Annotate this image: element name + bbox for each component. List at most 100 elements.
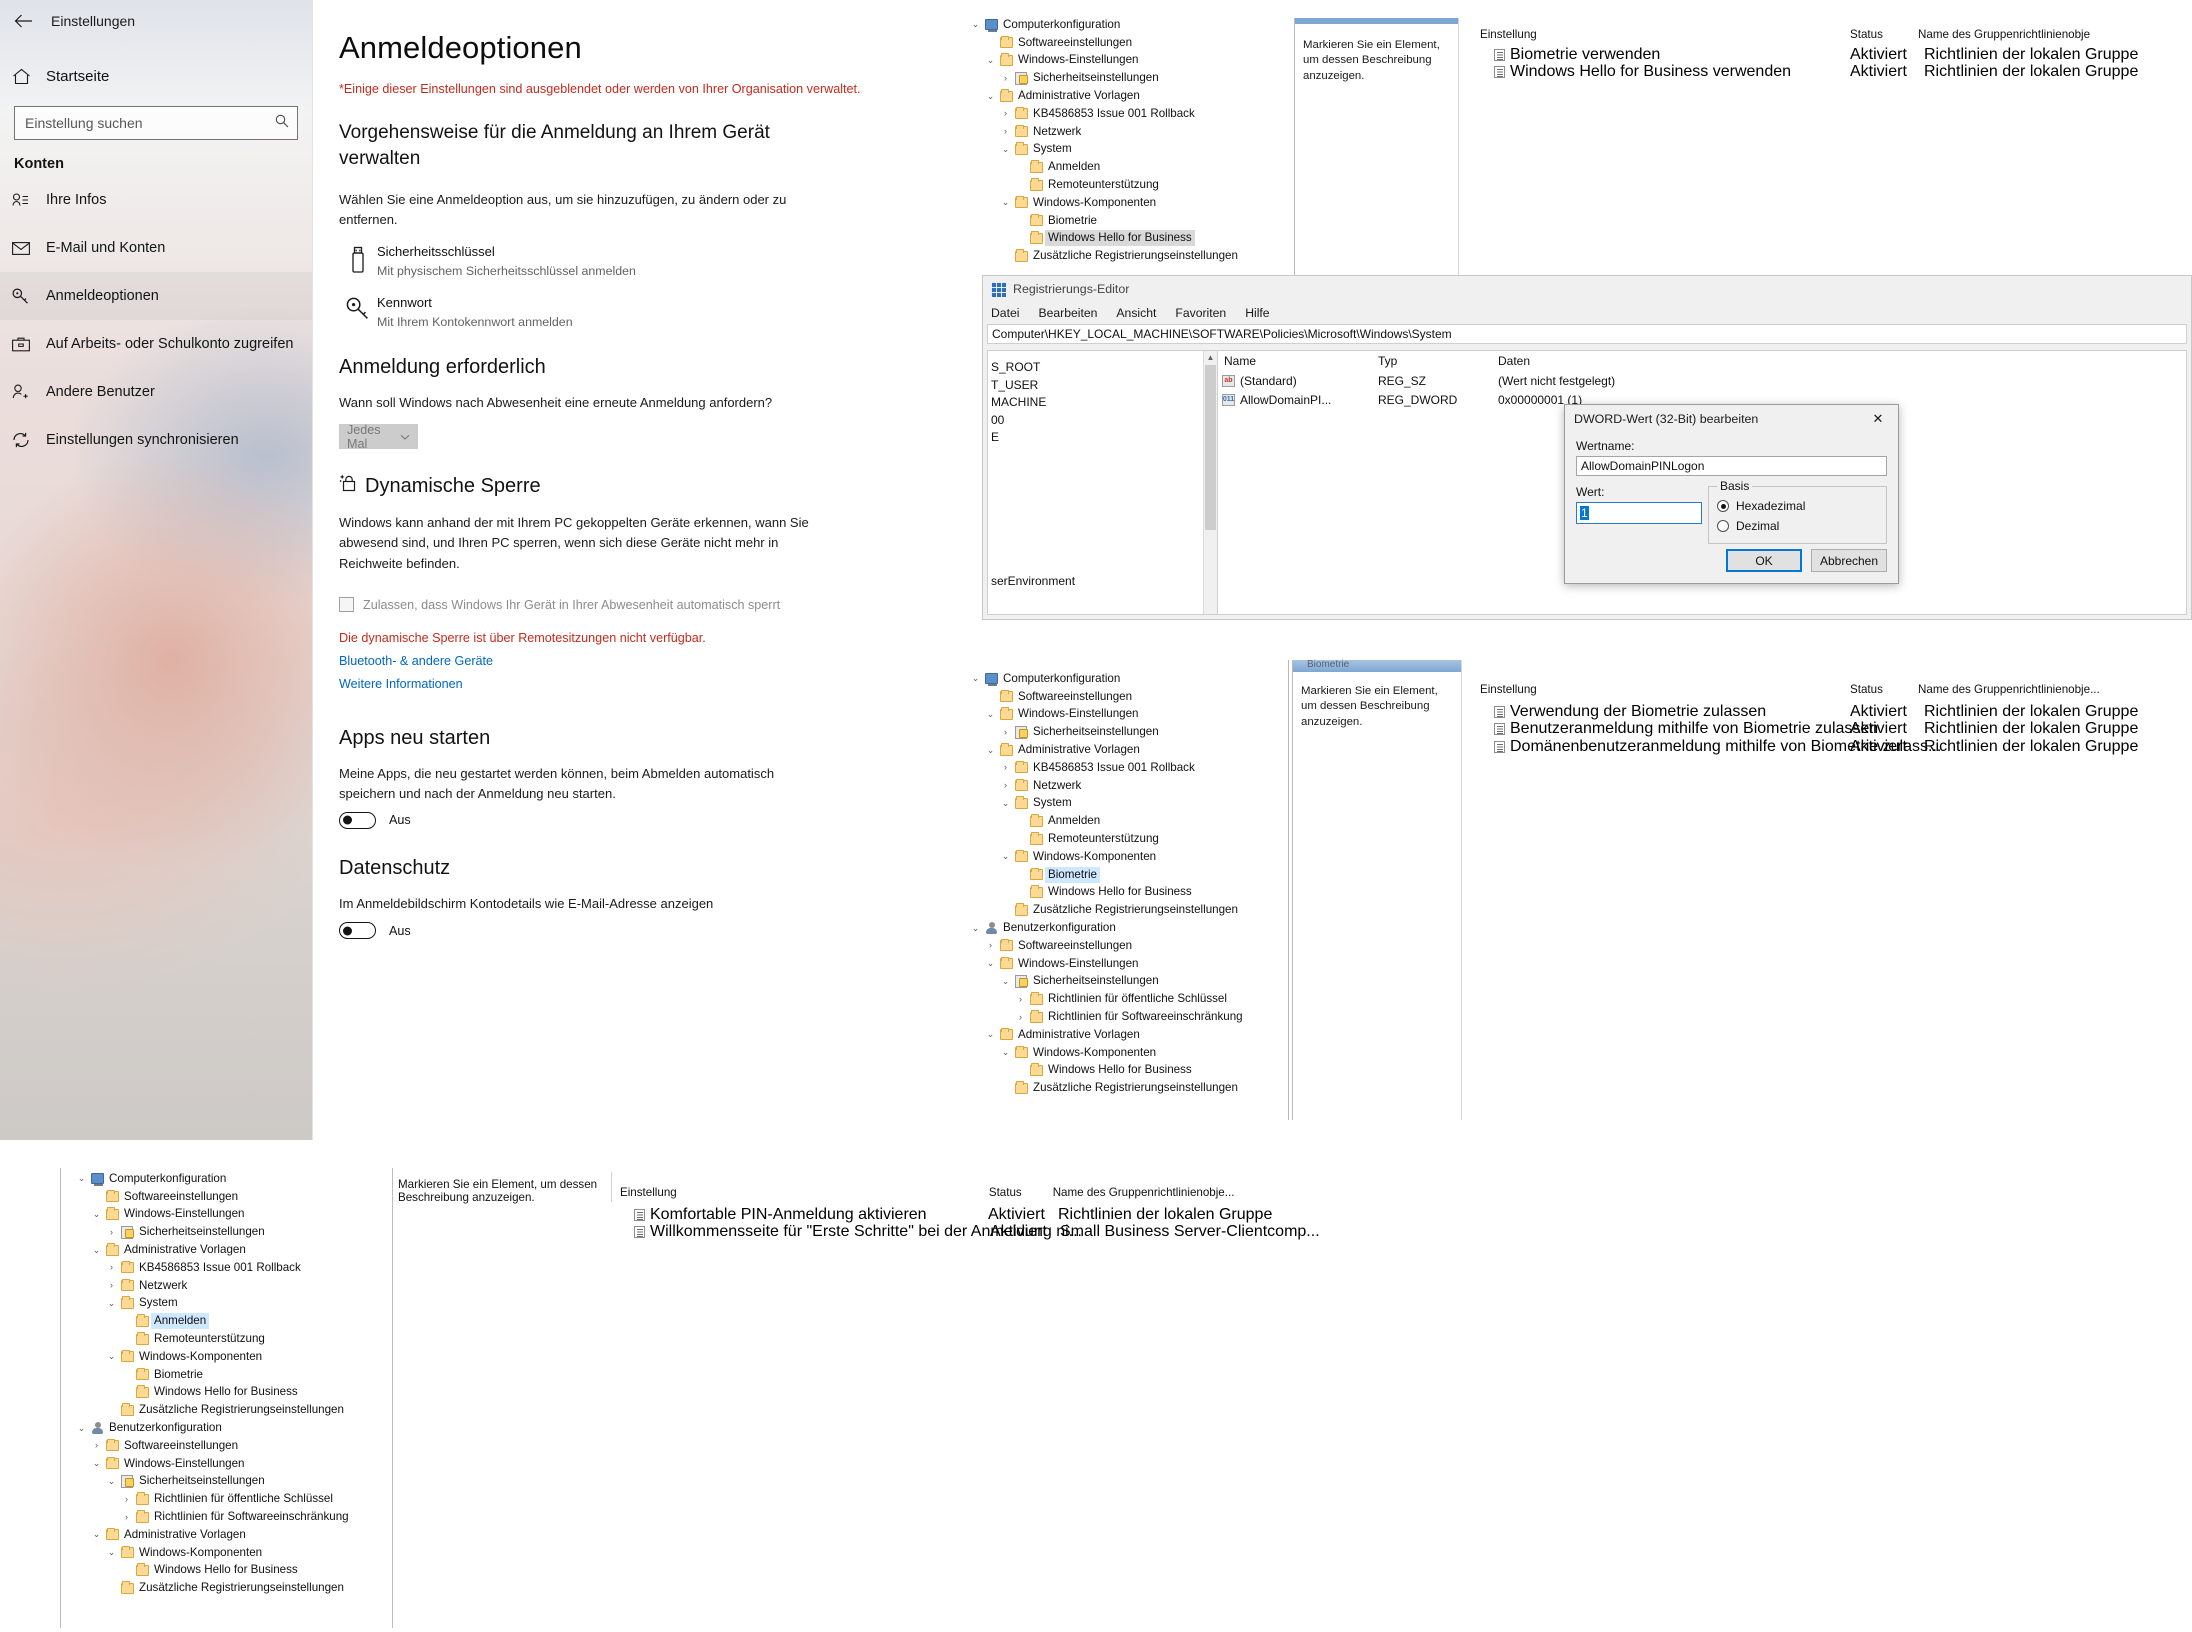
tree-node[interactable]: ⌄ Administrative Vorlagen — [68, 1241, 398, 1259]
sidebar-item-email-accounts[interactable]: E-Mail und Konten — [0, 224, 312, 272]
column-header-setting[interactable]: Einstellung — [620, 1186, 989, 1206]
tree-node[interactable]: › Softwareeinstellungen — [68, 1437, 398, 1455]
registry-key-node[interactable]: E — [988, 429, 1217, 447]
tree-node[interactable]: ⌄ Windows-Einstellungen — [68, 1206, 398, 1224]
tree-node[interactable]: Zusätzliche Registrierungseinstellungen — [68, 1579, 398, 1597]
tree-node[interactable]: Softwareeinstellungen — [68, 1188, 398, 1206]
column-header-gpo[interactable]: Name des Gruppenrichtlinienobje... — [1902, 683, 2152, 703]
radio-icon[interactable] — [1717, 500, 1729, 512]
tree-node[interactable]: › KB4586853 Issue 001 Rollback — [68, 1259, 398, 1277]
column-header-status[interactable]: Status — [989, 1186, 1041, 1206]
selected-tab[interactable]: Biometrie — [1293, 659, 1461, 672]
chevron-right-icon[interactable]: › — [1004, 762, 1007, 772]
tree-node[interactable]: ⌄ Benutzerkonfiguration — [68, 1419, 398, 1437]
chevron-right-icon[interactable]: › — [1004, 73, 1007, 83]
chevron-right-icon[interactable]: › — [125, 1494, 128, 1504]
scroll-up-icon[interactable]: ▲ — [1204, 351, 1217, 365]
close-icon[interactable]: ✕ — [1858, 405, 1898, 433]
chevron-down-icon[interactable]: ⌄ — [987, 1029, 995, 1039]
sidebar-item-home[interactable]: Startseite — [0, 56, 312, 96]
chevron-right-icon[interactable]: › — [1004, 126, 1007, 136]
chevron-down-icon[interactable]: ⌄ — [108, 1298, 116, 1308]
sidebar-item-sync-settings[interactable]: Einstellungen synchronisieren — [0, 416, 312, 464]
dynamic-lock-checkbox-row[interactable]: Zulassen, dass Windows Ihr Gerät in Ihre… — [339, 596, 809, 615]
signin-required-dropdown[interactable]: Jedes Mal — [339, 423, 418, 451]
registry-key-tree[interactable]: S_ROOT T_USER MACHINE 00 EserEnvironment ▲ — [987, 350, 1217, 615]
chevron-down-icon[interactable]: ⌄ — [108, 1547, 116, 1557]
chevron-down-icon[interactable]: ⌄ — [1002, 1047, 1010, 1057]
settings-list-row[interactable]: Biometrie verwenden Aktiviert Richtlinien … — [1480, 46, 2192, 64]
tree-node[interactable]: ⌄ Windows-Komponenten — [68, 1544, 398, 1562]
scrollbar-thumb[interactable] — [1205, 365, 1216, 530]
chevron-right-icon[interactable]: › — [989, 940, 992, 950]
settings-list-row[interactable]: Benutzeranmeldung mithilfe von Biometrie… — [1480, 720, 2192, 739]
chevron-down-icon[interactable]: ⌄ — [78, 1423, 86, 1433]
chevron-down-icon[interactable]: ⌄ — [987, 55, 995, 65]
sidebar-item-signin-options[interactable]: Anmeldeoptionen — [0, 272, 312, 320]
menu-hilfe[interactable]: Hilfe — [1245, 306, 1269, 320]
tree-node[interactable]: ⌄ Windows-Komponenten — [68, 1348, 398, 1366]
settings-list-row[interactable]: Willkommensseite für "Erste Schritte" be… — [620, 1223, 1320, 1242]
chevron-down-icon[interactable]: ⌄ — [1002, 976, 1010, 986]
tree-node[interactable]: ⌄ Windows-Einstellungen — [68, 1455, 398, 1473]
column-header-status[interactable]: Status — [1850, 28, 1902, 46]
tree-node[interactable]: ⌄ System — [68, 1295, 398, 1313]
radio-dezimal[interactable]: Dezimal — [1717, 516, 1878, 536]
menu-favoriten[interactable]: Favoriten — [1175, 306, 1226, 320]
column-header-setting[interactable]: Einstellung — [1480, 683, 1850, 703]
value-input[interactable]: 1 — [1576, 502, 1702, 524]
chevron-right-icon[interactable]: › — [1004, 780, 1007, 790]
chevron-down-icon[interactable]: ⌄ — [1002, 144, 1010, 154]
tree-node[interactable]: ⌄ Sicherheitseinstellungen — [68, 1473, 398, 1491]
column-header-name[interactable]: Name — [1218, 354, 1378, 368]
chevron-down-icon[interactable]: ⌄ — [987, 958, 995, 968]
chevron-down-icon[interactable]: ⌄ — [972, 19, 980, 29]
column-header-gpo[interactable]: Name des Gruppenrichtlinienobje... — [1041, 1186, 1270, 1206]
registry-key-node[interactable]: serEnvironment — [988, 573, 1217, 591]
privacy-toggle[interactable] — [339, 922, 376, 940]
sidebar-item-other-users[interactable]: Andere Benutzer — [0, 368, 312, 416]
registry-key-node[interactable]: S_ROOT — [988, 359, 1217, 377]
tree-node[interactable]: Windows Hello for Business — [68, 1562, 398, 1580]
chevron-down-icon[interactable]: ⌄ — [78, 1173, 86, 1183]
restart-apps-toggle[interactable] — [339, 811, 376, 829]
tree-node[interactable]: › Richtlinien für öffentliche Schlüssel — [68, 1490, 398, 1508]
value-name-input[interactable]: AllowDomainPINLogon — [1576, 456, 1887, 476]
tree-node[interactable]: Anmelden — [68, 1312, 398, 1330]
registry-key-node[interactable]: MACHINE — [988, 394, 1217, 412]
radio-icon[interactable] — [1717, 520, 1729, 532]
chevron-right-icon[interactable]: › — [1004, 727, 1007, 737]
ok-button[interactable]: OK — [1726, 549, 1802, 572]
chevron-down-icon[interactable]: ⌄ — [987, 745, 995, 755]
column-header-setting[interactable]: Einstellung — [1480, 28, 1850, 46]
chevron-down-icon[interactable]: ⌄ — [108, 1476, 116, 1486]
chevron-down-icon[interactable]: ⌄ — [972, 923, 980, 933]
chevron-right-icon[interactable]: › — [95, 1440, 98, 1450]
registry-value-row[interactable]: ab (Standard) REG_SZ (Wert nicht festgelegt… — [1218, 371, 2186, 390]
chevron-down-icon[interactable]: ⌄ — [93, 1209, 101, 1219]
dynamic-lock-checkbox[interactable] — [339, 596, 354, 612]
tree-node[interactable]: › Richtlinien für Softwareeinschränkung — [68, 1508, 398, 1526]
policy-tree[interactable]: ⌄ Computerkonfiguration Softwareeinstellun… — [68, 1170, 398, 1597]
tree-node[interactable]: ⌄ Administrative Vorlagen — [68, 1526, 398, 1544]
tree-node[interactable]: Remoteunterstützung — [68, 1330, 398, 1348]
chevron-down-icon[interactable]: ⌄ — [93, 1529, 101, 1539]
radio-hexadezimal[interactable]: Hexadezimal — [1717, 496, 1878, 516]
chevron-right-icon[interactable]: › — [110, 1227, 113, 1237]
chevron-right-icon[interactable]: › — [1004, 108, 1007, 118]
chevron-down-icon[interactable]: ⌄ — [972, 673, 980, 683]
column-header-gpo[interactable]: Name des Gruppenrichtlinienobje — [1902, 28, 2152, 46]
chevron-down-icon[interactable]: ⌄ — [1002, 197, 1010, 207]
menu-bearbeiten[interactable]: Bearbeiten — [1038, 306, 1097, 320]
chevron-down-icon[interactable]: ⌄ — [987, 91, 995, 101]
regedit-tree-scrollbar[interactable]: ▲ — [1203, 351, 1217, 614]
tree-node[interactable]: Zusätzliche Registrierungseinstellungen — [68, 1401, 398, 1419]
sidebar-item-your-info[interactable]: Ihre Infos — [0, 176, 312, 224]
settings-list-row[interactable]: Windows Hello for Business verwenden Akti… — [1480, 63, 2192, 82]
chevron-down-icon[interactable]: ⌄ — [987, 709, 995, 719]
chevron-right-icon[interactable]: › — [110, 1280, 113, 1290]
sidebar-item-work-school-account[interactable]: Auf Arbeits- oder Schulkonto zugreifen — [0, 320, 312, 368]
settings-list-row[interactable]: Komfortable PIN-Anmeldung aktivieren Akti… — [620, 1206, 1272, 1224]
search-input[interactable] — [23, 114, 275, 132]
column-header-data[interactable]: Daten — [1498, 354, 2186, 368]
